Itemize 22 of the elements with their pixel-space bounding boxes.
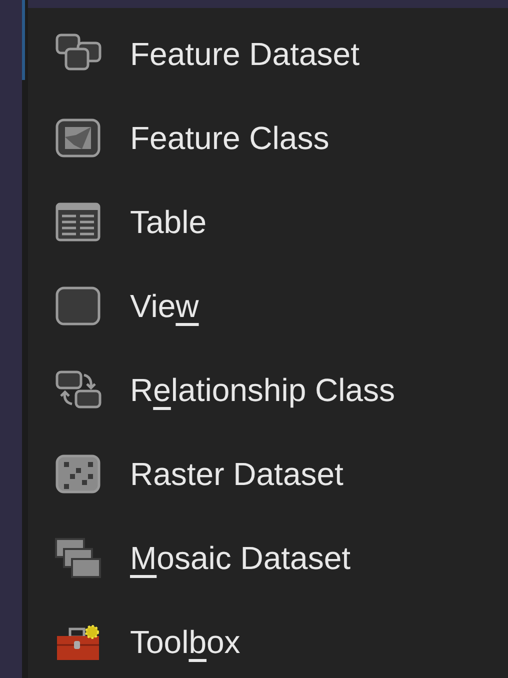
polygon-square-icon bbox=[54, 117, 102, 159]
menu-item[interactable]: Mosaic Dataset bbox=[28, 516, 508, 600]
rounded-square-icon bbox=[54, 285, 102, 327]
menu-item-label: Relationship Class bbox=[130, 371, 396, 410]
menu-item-label: Feature Dataset bbox=[130, 35, 360, 74]
menu-item-label: Toolbox bbox=[130, 623, 240, 662]
menu-item-label: Mosaic Dataset bbox=[130, 539, 351, 578]
swap-squares-icon bbox=[54, 369, 102, 411]
menu-item[interactable]: Toolbox bbox=[28, 600, 508, 678]
menu-item-label: Feature Class bbox=[130, 119, 330, 158]
menu-item[interactable]: Feature Class bbox=[28, 96, 508, 180]
menu-item-label: Raster Dataset bbox=[130, 455, 344, 494]
menu-item-label: Table bbox=[130, 203, 206, 242]
menu-item-label: View bbox=[130, 287, 199, 326]
menu-item[interactable]: Feature Dataset bbox=[28, 12, 508, 96]
menu-item[interactable]: Raster Dataset bbox=[28, 432, 508, 516]
menu-item[interactable]: Relationship Class bbox=[28, 348, 508, 432]
stacked-grids-icon bbox=[54, 537, 102, 579]
menu-item[interactable]: Table bbox=[28, 180, 508, 264]
menu-item[interactable]: View bbox=[28, 264, 508, 348]
table-icon bbox=[54, 201, 102, 243]
grid-icon bbox=[54, 453, 102, 495]
